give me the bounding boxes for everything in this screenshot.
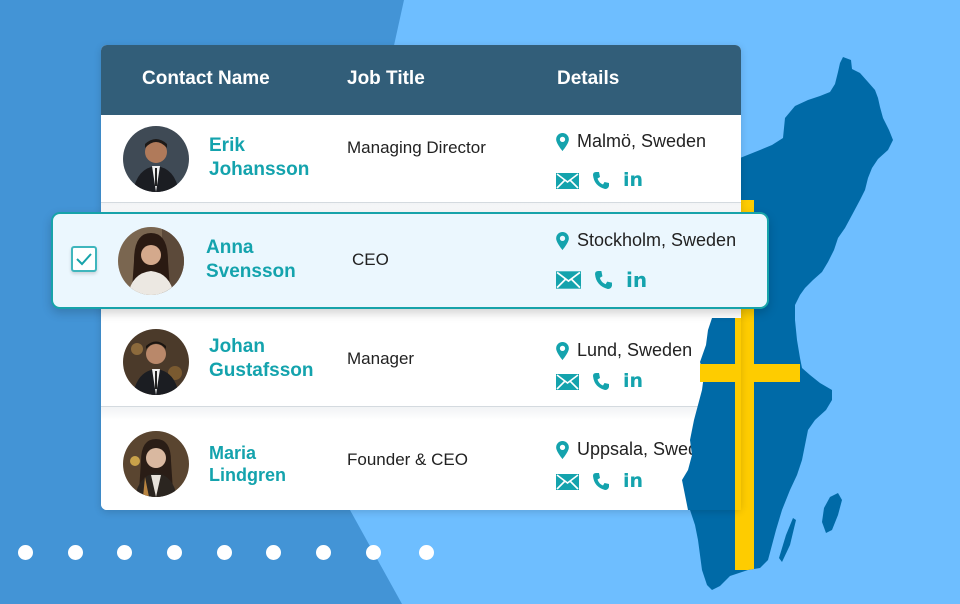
contact-name[interactable]: Johan Gustafsson <box>209 335 314 383</box>
map-pin-icon <box>556 132 569 151</box>
gotland-island <box>822 493 842 533</box>
linkedin-icon[interactable]: in <box>623 372 643 391</box>
linkedin-icon[interactable]: in <box>623 171 643 190</box>
checkmark-icon <box>76 253 92 266</box>
column-header-details[interactable]: Details <box>557 68 619 90</box>
contact-actions: in <box>556 472 643 491</box>
linkedin-icon[interactable]: in <box>623 472 643 491</box>
job-title: Managing Director <box>347 138 486 157</box>
envelope-icon[interactable] <box>556 172 579 189</box>
dot <box>68 545 83 560</box>
avatar <box>123 126 189 192</box>
table-row[interactable]: Maria Lindgren Founder & CEO Uppsala, Sw… <box>101 422 741 510</box>
row-checkbox[interactable] <box>71 246 97 272</box>
location: Malmö, Sweden <box>556 131 706 152</box>
dot <box>117 545 132 560</box>
table-header: Contact Name Job Title Details <box>101 45 741 115</box>
envelope-icon[interactable] <box>556 271 581 289</box>
dot <box>419 545 434 560</box>
contact-actions: in <box>556 270 647 290</box>
table-row-selected[interactable]: Anna Svensson CEO Stockholm, Sweden in <box>51 212 769 309</box>
job-title: Founder & CEO <box>347 450 468 469</box>
phone-icon[interactable] <box>593 373 609 390</box>
avatar <box>123 431 189 497</box>
map-pin-icon <box>556 440 569 459</box>
row-divider <box>101 407 741 420</box>
location: Stockholm, Sweden <box>556 230 736 251</box>
job-title: CEO <box>352 250 389 269</box>
contact-actions: in <box>556 372 643 391</box>
phone-icon[interactable] <box>593 172 609 189</box>
contact-name[interactable]: Anna Svensson <box>206 236 296 284</box>
table-row[interactable]: Erik Johansson Managing Director Malmö, … <box>101 115 741 216</box>
location: Lund, Sweden <box>556 340 692 361</box>
column-header-job-title[interactable]: Job Title <box>347 68 425 90</box>
job-title: Manager <box>347 349 415 368</box>
contact-name[interactable]: Erik Johansson <box>209 134 309 182</box>
table-row[interactable]: Johan Gustafsson Manager Lund, Sweden in <box>101 321 741 420</box>
avatar <box>123 329 189 395</box>
dot <box>316 545 331 560</box>
envelope-icon[interactable] <box>556 473 579 490</box>
dot <box>167 545 182 560</box>
oland-island <box>779 518 796 562</box>
linkedin-icon[interactable]: in <box>626 270 647 290</box>
phone-icon[interactable] <box>595 271 612 289</box>
location: Uppsala, Sweden <box>556 439 718 460</box>
map-pin-icon <box>556 341 569 360</box>
map-pin-icon <box>556 231 569 250</box>
dot <box>266 545 281 560</box>
column-header-contact-name[interactable]: Contact Name <box>142 68 270 90</box>
contact-actions: in <box>556 171 643 190</box>
dot <box>217 545 232 560</box>
dot <box>18 545 33 560</box>
contact-name[interactable]: Maria Lindgren <box>209 442 286 486</box>
phone-icon[interactable] <box>593 473 609 490</box>
avatar <box>118 227 184 295</box>
envelope-icon[interactable] <box>556 373 579 390</box>
dot <box>366 545 381 560</box>
